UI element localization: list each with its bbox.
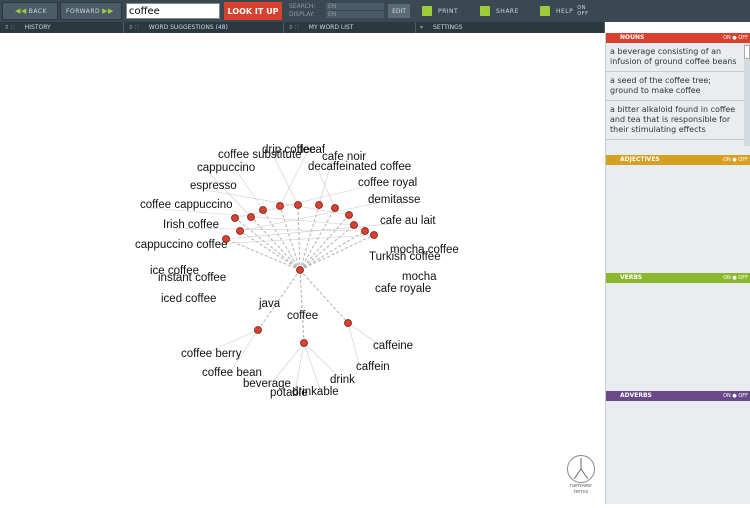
graph-node[interactable] <box>300 339 308 347</box>
graph-edge <box>225 238 301 271</box>
definition-item[interactable]: a bitter alkaloid found in coffee and te… <box>606 101 745 140</box>
graph-node[interactable] <box>344 319 352 327</box>
graph-edge <box>279 205 301 271</box>
word-label[interactable]: cafe au lait <box>380 215 436 227</box>
graph-node[interactable] <box>350 221 358 229</box>
word-label[interactable]: potable <box>270 387 308 399</box>
graph-edge <box>299 214 350 271</box>
graph-edge <box>234 217 301 271</box>
back-button[interactable]: ◀◀ BACK <box>2 2 58 20</box>
help-toggle[interactable]: ON OFF <box>577 5 588 17</box>
graph-edge <box>297 204 301 271</box>
tab-word-suggestions[interactable]: ⇕ ∷ WORD SUGGESTIONS (48) <box>124 22 284 33</box>
label-link <box>294 342 305 393</box>
graph-edge <box>299 230 366 271</box>
word-label[interactable]: Turkish coffee <box>369 251 441 263</box>
word-label[interactable]: coffee cappuccino <box>140 199 233 211</box>
nouns-toggle[interactable]: ON ● OFF <box>723 33 748 43</box>
word-label[interactable]: iced coffee <box>161 293 216 305</box>
verbs-header[interactable]: VERBS ON ● OFF <box>606 273 750 283</box>
adverbs-toggle[interactable]: ON ● OFF <box>723 391 748 401</box>
word-label[interactable]: coffee <box>287 310 318 322</box>
tab-my-word-list[interactable]: ⇕ ∷ MY WORD LIST <box>284 22 416 33</box>
graph-node[interactable] <box>236 227 244 235</box>
word-label[interactable]: espresso <box>190 180 237 192</box>
graph-node[interactable] <box>331 204 339 212</box>
help-icon <box>540 6 550 16</box>
verbs-toggle[interactable]: ON ● OFF <box>723 273 748 283</box>
label-link <box>303 342 341 379</box>
forward-button[interactable]: FORWARD ▶▶ <box>60 2 122 20</box>
share-button[interactable]: SHARE <box>480 2 519 20</box>
toolbar: ◀◀ BACK FORWARD ▶▶ LOOK IT UP SEARCH: DI… <box>0 0 750 22</box>
narrower-terms-icon <box>567 455 595 483</box>
word-label[interactable]: instant coffee <box>158 272 226 284</box>
center-node[interactable] <box>296 266 304 274</box>
label-link <box>303 342 321 391</box>
display-lang-label: DISPLAY: <box>289 11 315 18</box>
panel-tabs: ⇕ ∷ HISTORY ⇕ ∷ WORD SUGGESTIONS (48) ⇕ ∷ M… <box>0 22 605 33</box>
search-lang-label: SEARCH: <box>289 3 316 10</box>
graph-node[interactable] <box>361 227 369 235</box>
edit-button[interactable]: EDIT <box>388 4 410 18</box>
definitions-sidebar: NOUNS ON ● OFF a beverage consisting of … <box>605 33 750 504</box>
adverbs-header[interactable]: ADVERBS ON ● OFF <box>606 391 750 401</box>
word-label[interactable]: mocha <box>402 271 437 283</box>
word-label[interactable]: coffee royal <box>358 177 417 189</box>
graph-edge <box>299 269 305 344</box>
look-it-up-button[interactable]: LOOK IT UP <box>224 2 282 20</box>
tab-settings[interactable]: ▾ SETTINGS <box>416 22 605 33</box>
word-graph-canvas[interactable]: drip coffee decaf coffee substitute cafe no… <box>0 33 605 504</box>
graph-edge <box>250 216 301 271</box>
display-lang-select[interactable]: EN <box>326 11 384 18</box>
help-button[interactable]: HELP ON OFF <box>540 2 588 20</box>
word-label[interactable]: coffee berry <box>181 348 242 360</box>
nouns-definitions: a beverage consisting of an infusion of … <box>606 43 745 146</box>
definition-item[interactable]: a beverage consisting of an infusion of … <box>606 43 745 72</box>
graph-node[interactable] <box>254 326 262 334</box>
graph-node[interactable] <box>294 201 302 209</box>
narrower-terms-button[interactable]: narrower terms <box>563 455 599 495</box>
search-input[interactable] <box>126 3 220 19</box>
graph-edge <box>299 204 320 271</box>
drag-handle-icon: ⇕ ∷ <box>4 24 15 31</box>
share-icon <box>480 6 490 16</box>
print-button[interactable]: PRINT <box>422 2 458 20</box>
graph-node[interactable] <box>370 231 378 239</box>
search-lang-select[interactable]: EN <box>326 3 384 10</box>
nouns-scroll-thumb[interactable] <box>744 45 750 59</box>
forward-arrow-icon: ▶▶ <box>102 7 114 15</box>
word-label[interactable]: drink <box>330 374 355 386</box>
word-label[interactable]: caffeine <box>373 340 413 352</box>
print-icon <box>422 6 432 16</box>
tab-history[interactable]: ⇕ ∷ HISTORY <box>0 22 124 33</box>
word-label[interactable]: caffein <box>356 361 390 373</box>
back-arrow-icon: ◀◀ <box>14 7 27 15</box>
nouns-header[interactable]: NOUNS ON ● OFF <box>606 33 750 43</box>
word-graph[interactable]: drip coffeedecafcoffee substitute cafe no… <box>0 33 605 504</box>
graph-node[interactable] <box>259 206 267 214</box>
graph-edge <box>299 234 375 271</box>
definition-item[interactable]: a seed of the coffee tree; ground to mak… <box>606 72 745 101</box>
word-label[interactable]: coffee substitute <box>218 149 302 161</box>
word-label[interactable]: Irish coffee <box>163 219 219 231</box>
adjectives-toggle[interactable]: ON ● OFF <box>723 155 748 165</box>
graph-node[interactable] <box>231 214 239 222</box>
word-label[interactable]: cafe royale <box>375 283 431 295</box>
dropdown-icon: ▾ <box>420 24 424 31</box>
word-label[interactable]: cappuccino coffee <box>135 239 228 251</box>
drag-handle-icon: ⇕ ∷ <box>288 24 299 31</box>
graph-node[interactable] <box>315 201 323 209</box>
word-label[interactable]: decaffeinated coffee <box>308 161 411 173</box>
word-label[interactable]: cappuccino <box>197 162 255 174</box>
graph-node[interactable] <box>276 202 284 210</box>
adjectives-header[interactable]: ADJECTIVES ON ● OFF <box>606 155 750 165</box>
drag-handle-icon: ⇕ ∷ <box>128 24 139 31</box>
graph-node[interactable] <box>247 213 255 221</box>
word-label[interactable]: demitasse <box>368 194 420 206</box>
word-label[interactable]: java <box>258 298 281 310</box>
graph-node[interactable] <box>345 211 353 219</box>
